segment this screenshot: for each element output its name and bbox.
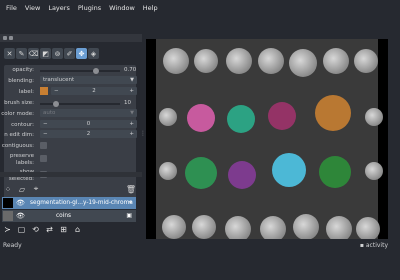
opacity-label: opacity: (12, 67, 34, 73)
label-value: 2 (92, 88, 96, 94)
eye-icon[interactable]: 👁 (16, 199, 25, 207)
segmented-coin-magenta (187, 104, 215, 132)
ndisplay-toggle-icon[interactable]: ▢ (16, 224, 27, 235)
preserve-labels-label-2: labels: (15, 160, 34, 166)
label-spinbox[interactable]: − 2 + (51, 87, 137, 95)
menu-help[interactable]: Help (143, 4, 158, 12)
layer-controls-panel: ✕ ✎ ⌫ ◩ ⊚ ✐ ✥ ◈ opacity: 0.70 blending: … (0, 34, 142, 270)
splitter-handle[interactable]: ⋮ (140, 130, 146, 140)
segmented-coin-green (185, 157, 217, 189)
status-bar: Ready ▪ activity (0, 241, 400, 251)
fill-bucket-icon[interactable]: ◩ (40, 48, 51, 59)
brush-size-value: 10 (124, 100, 131, 106)
contour-label: contour: (11, 122, 34, 128)
new-points-layer-icon[interactable]: ⁘ (3, 184, 13, 194)
labels-layer-type-icon: ⌖ (128, 199, 132, 206)
segmented-coin-plum (268, 102, 296, 130)
segmented-coin-purple (228, 161, 256, 189)
close-icon[interactable] (3, 36, 7, 40)
paint-brush-icon[interactable]: ✎ (16, 48, 27, 59)
menu-file[interactable]: File (6, 4, 17, 12)
blending-label: blending: (8, 78, 34, 84)
preserve-labels-checkbox[interactable] (40, 155, 47, 162)
roll-dims-icon[interactable]: ⟲ (30, 224, 41, 235)
layer-list-titlebar[interactable] (0, 172, 142, 177)
decrement-icon[interactable]: − (43, 130, 48, 138)
color-picker-icon[interactable]: ✐ (64, 48, 75, 59)
home-icon[interactable]: ⌂ (72, 224, 83, 235)
n-edit-dim-value: 2 (86, 131, 91, 137)
preserve-labels-label-1: preserve (9, 153, 34, 159)
brush-size-slider-handle[interactable] (53, 101, 59, 107)
float-icon[interactable] (9, 36, 13, 40)
n-edit-dim-spinbox[interactable]: − 2 + (40, 130, 137, 138)
label-label: label: (18, 89, 34, 95)
layer-thumbnail (3, 211, 13, 221)
blending-value: translucent (43, 77, 75, 83)
image-layer-type-icon: ▣ (126, 212, 132, 219)
menu-view[interactable]: View (25, 4, 40, 12)
opacity-slider-handle[interactable] (93, 68, 99, 74)
layer-controls-titlebar[interactable] (0, 34, 142, 42)
layer-thumbnail (3, 198, 13, 208)
contour-value: 0 (86, 121, 91, 127)
activity-toggle[interactable]: ▪ activity (360, 242, 388, 249)
menu-plugins[interactable]: Plugins (78, 4, 101, 12)
contiguous-checkbox[interactable] (40, 142, 47, 149)
decrement-icon[interactable]: − (43, 120, 48, 128)
new-shapes-layer-icon[interactable]: ▱ (17, 184, 27, 194)
transform-icon[interactable]: ◈ (88, 48, 99, 59)
increment-icon[interactable]: + (129, 120, 134, 128)
label-color-swatch[interactable] (40, 87, 48, 95)
chevron-down-icon: ▼ (130, 77, 134, 83)
opacity-slider[interactable] (40, 68, 120, 74)
decrement-icon[interactable]: − (54, 87, 59, 95)
layer-item-coins[interactable]: 👁 coins ▣ (2, 210, 136, 222)
pick-label-icon[interactable]: ⊚ (52, 48, 63, 59)
delete-shape-icon[interactable]: ✕ (4, 48, 15, 59)
menubar: File View Layers Plugins Window Help (0, 0, 400, 16)
color-mode-dropdown[interactable]: auto ▼ (40, 109, 137, 117)
delete-layer-icon[interactable]: 🗑 (126, 184, 136, 194)
grid-icon[interactable]: ⊞ (58, 224, 69, 235)
label-tools-row: ✕ ✎ ⌫ ◩ ⊚ ✐ ✥ ◈ (4, 48, 99, 59)
menu-layers[interactable]: Layers (48, 4, 70, 12)
contour-spinbox[interactable]: − 0 + (40, 120, 137, 128)
console-icon[interactable]: ≻ (2, 224, 13, 235)
layer-item-segmentation[interactable]: 👁 segmentation-gl...y-19-mid-chroma ⌖ (2, 197, 136, 209)
coins-image (156, 39, 383, 239)
chevron-down-icon: ▼ (130, 110, 134, 116)
layer-list: 👁 segmentation-gl...y-19-mid-chroma ⌖ 👁 … (2, 197, 136, 225)
eraser-icon[interactable]: ⌫ (28, 48, 39, 59)
status-text: Ready (3, 242, 22, 249)
brush-size-label: brush size: (4, 100, 34, 106)
new-labels-layer-icon[interactable]: ⌖ (31, 184, 41, 194)
eye-icon[interactable]: 👁 (16, 212, 25, 220)
color-mode-value: auto (43, 110, 56, 116)
activity-label: activity (365, 242, 388, 249)
segmented-coin-cyan (272, 153, 306, 187)
blending-dropdown[interactable]: translucent ▼ (40, 76, 137, 84)
viewer-canvas[interactable] (146, 39, 388, 239)
transpose-icon[interactable]: ⇄ (44, 224, 55, 235)
segmented-coin-dark-green (319, 156, 351, 188)
pan-zoom-icon[interactable]: ✥ (76, 48, 87, 59)
layer-name: coins (56, 213, 72, 219)
increment-icon[interactable]: + (129, 130, 134, 138)
viewer-buttons: ≻ ▢ ⟲ ⇄ ⊞ ⌂ (2, 224, 83, 235)
opacity-value: 0.70 (124, 67, 137, 73)
menu-window[interactable]: Window (109, 4, 135, 12)
color-mode-label: color mode: (1, 111, 34, 117)
contiguous-label: contiguous: (1, 143, 34, 149)
segmented-coin-teal (227, 105, 255, 133)
brush-size-slider[interactable] (40, 101, 120, 107)
n-edit-dim-label: n edit dim: (4, 132, 34, 138)
increment-icon[interactable]: + (129, 87, 134, 95)
layer-name: segmentation-gl...y-19-mid-chroma (30, 200, 133, 206)
segmented-coin-orange (315, 95, 351, 131)
